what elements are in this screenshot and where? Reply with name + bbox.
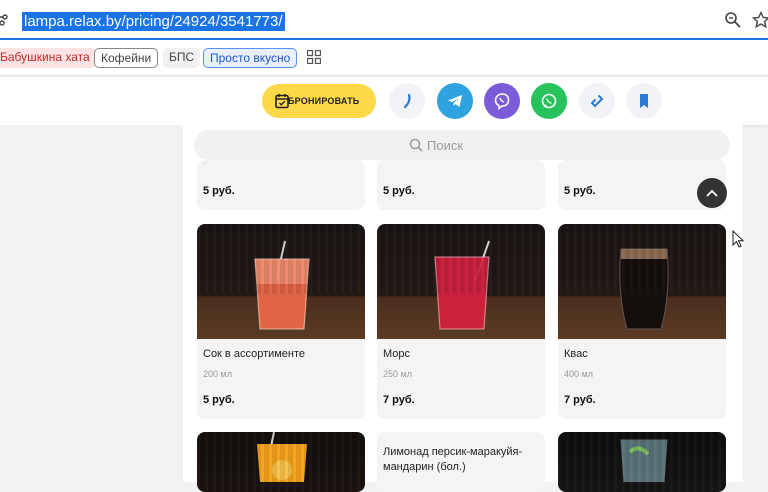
- card-price: 5 руб.: [203, 394, 235, 406]
- link-icon: [591, 95, 604, 108]
- search-placeholder: Поиск: [409, 138, 464, 153]
- card-price: 7 руб.: [383, 394, 415, 406]
- phone-button[interactable]: [389, 83, 425, 119]
- search-input[interactable]: Поиск: [194, 130, 730, 160]
- bookmark-icon: [640, 94, 648, 108]
- menu-card[interactable]: [197, 432, 365, 492]
- bookmark-chip[interactable]: БПС: [163, 48, 201, 68]
- drink-photo: [377, 224, 545, 339]
- whatsapp-button[interactable]: [531, 83, 567, 119]
- card-title: Сок в ассортименте: [203, 348, 306, 360]
- card-weight-cut: ·: [203, 160, 206, 168]
- menu-card[interactable]: Лимонад персик-маракуйя-мандарин (бол.): [377, 432, 545, 492]
- mojito-glass-image: [620, 439, 668, 482]
- card-weight: 200 мл: [203, 369, 232, 379]
- card-price: 5 руб.: [383, 185, 415, 197]
- drink-photo: [558, 224, 726, 339]
- calendar-icon: [275, 94, 289, 109]
- viber-button[interactable]: [484, 83, 520, 119]
- menu-card[interactable]: Сок в ассортименте 200 мл 5 руб.: [197, 224, 365, 419]
- card-weight: 400 мл: [564, 369, 593, 379]
- phone-icon: [403, 93, 411, 109]
- book-button[interactable]: БРОНИРОВАТЬ: [262, 84, 376, 118]
- apps-grid-icon[interactable]: [307, 50, 321, 64]
- zoom-icon[interactable]: [724, 11, 742, 29]
- search-icon: [409, 138, 423, 152]
- browser-address-bar: lampa.relax.by/pricing/24924/3541773/: [0, 0, 768, 40]
- menu-card[interactable]: Морс 250 мл 7 руб.: [377, 224, 545, 419]
- bookmark-chip[interactable]: Кофейни: [94, 48, 159, 68]
- drink-photo: [197, 224, 365, 339]
- juice-glass-image: [254, 240, 310, 330]
- card-title: Квас: [564, 348, 588, 360]
- card-price: 5 руб.: [564, 185, 596, 197]
- link-button[interactable]: [579, 83, 615, 119]
- mouse-cursor-icon: [732, 230, 744, 248]
- scroll-top-button[interactable]: [697, 178, 727, 208]
- card-price: 5 руб.: [203, 185, 235, 197]
- lemonade-glass-image: [257, 432, 307, 482]
- bookmarks-bar: Бабушкина хата Кофейни БПС Просто вкусно: [0, 40, 768, 76]
- card-price: 7 руб.: [564, 394, 596, 406]
- star-icon[interactable]: [752, 11, 768, 29]
- save-button[interactable]: [626, 83, 662, 119]
- drink-photo: [197, 432, 365, 492]
- site-header: БРОНИРОВАТЬ: [0, 77, 768, 125]
- card-title: Морс: [383, 348, 411, 360]
- telegram-icon: [448, 95, 462, 107]
- card-weight: 250 мл: [383, 369, 412, 379]
- left-gutter: [0, 125, 183, 482]
- mors-glass-image: [434, 240, 490, 330]
- telegram-button[interactable]: [437, 83, 473, 119]
- chevron-up-icon: [706, 189, 718, 197]
- bookmark-chip[interactable]: Просто вкусно: [203, 48, 298, 68]
- kvass-glass-image: [619, 248, 669, 330]
- menu-card[interactable]: [558, 432, 726, 492]
- search-placeholder-text: Поиск: [427, 138, 464, 153]
- bookmark-chip[interactable]: Бабушкина хата: [0, 48, 96, 68]
- card-title: Лимонад персик-маракуйя-мандарин (бол.): [383, 446, 523, 473]
- whatsapp-icon: [541, 93, 557, 109]
- menu-card[interactable]: Квас 400 мл 7 руб.: [558, 224, 726, 419]
- url-field[interactable]: lampa.relax.by/pricing/24924/3541773/: [22, 12, 285, 31]
- menu-card[interactable]: · 5 руб.: [197, 160, 365, 210]
- viber-icon: [494, 93, 510, 110]
- site-settings-icon[interactable]: [0, 13, 8, 27]
- drink-photo: [558, 432, 726, 492]
- menu-card[interactable]: 5 руб.: [377, 160, 545, 210]
- book-button-label: БРОНИРОВАТЬ: [288, 96, 360, 106]
